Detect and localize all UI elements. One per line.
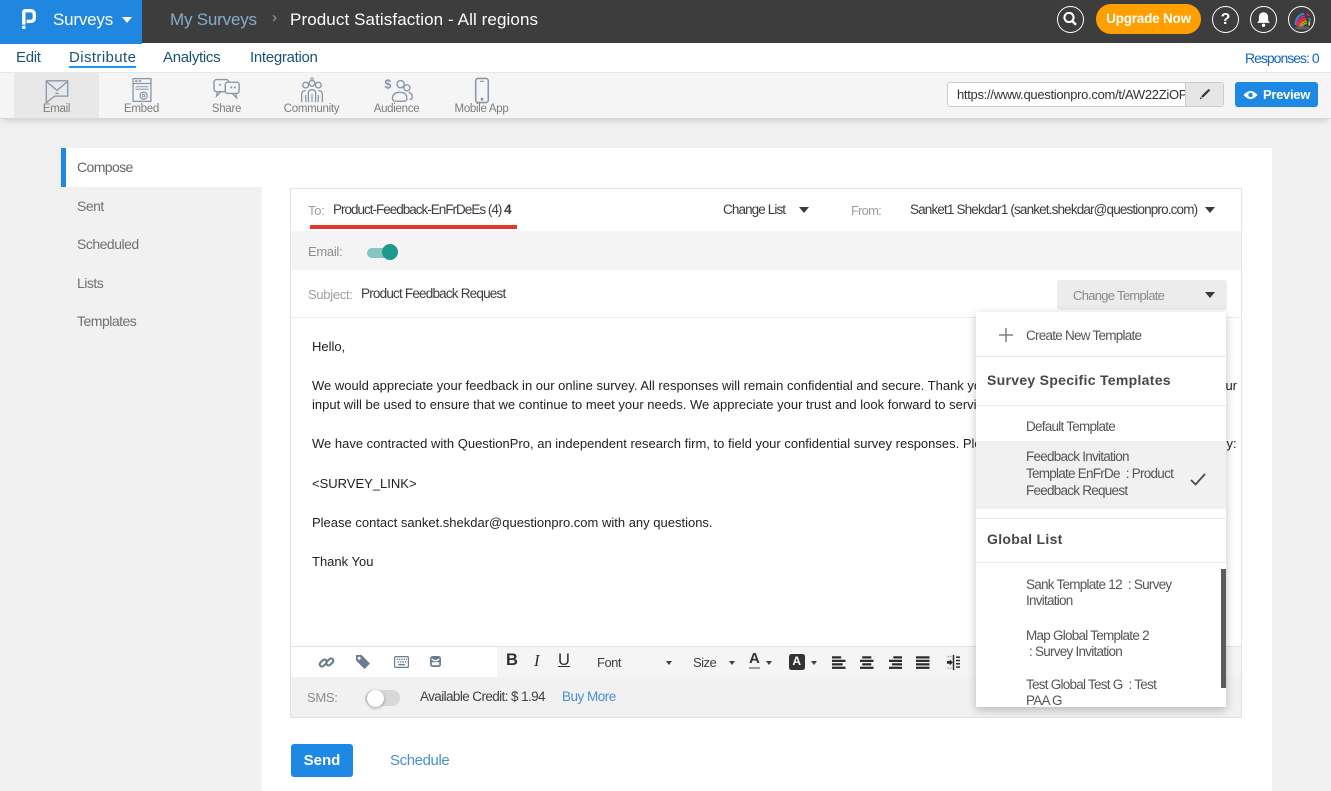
svg-text:$: $: [384, 78, 391, 92]
